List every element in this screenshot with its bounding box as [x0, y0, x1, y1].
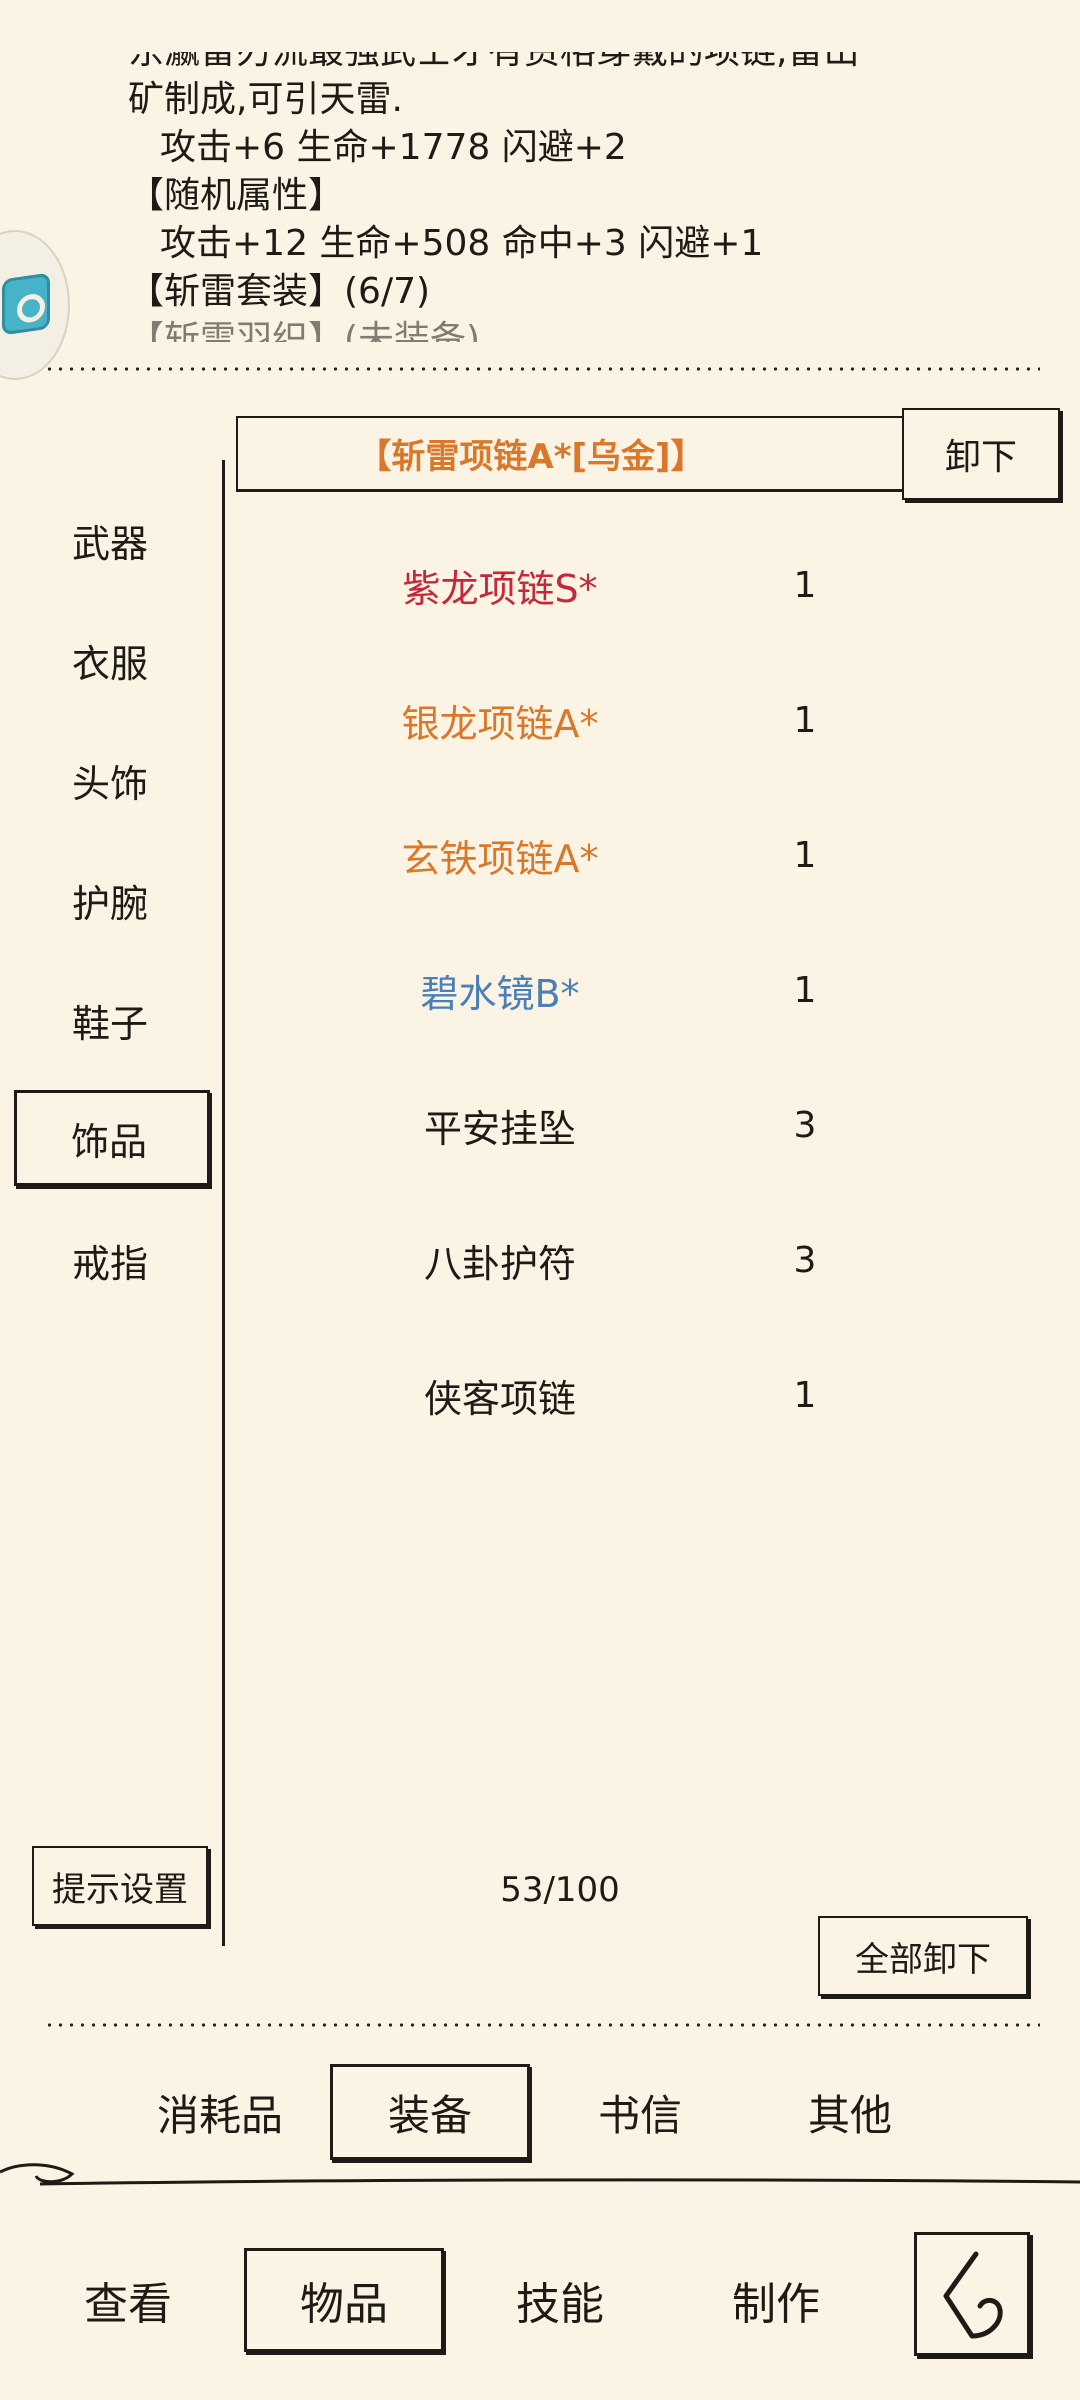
subtab-letters[interactable]: 书信 [540, 2064, 740, 2160]
item-count: 1 [793, 969, 817, 1011]
subtab-label: 其他 [807, 2090, 892, 2140]
category-label: 武器 [72, 521, 149, 566]
item-count: 1 [793, 699, 817, 741]
nav-label: 技能 [516, 2279, 604, 2330]
nav-label: 物品 [300, 2279, 388, 2330]
item-count: 1 [793, 834, 817, 876]
subtab-other[interactable]: 其他 [750, 2064, 950, 2160]
list-item[interactable]: 平安挂坠 3 [300, 1080, 1000, 1170]
unequip-all-button[interactable]: 全部卸下 [818, 1916, 1028, 1996]
subtab-label: 消耗品 [156, 2090, 283, 2140]
subtab-label: 装备 [387, 2090, 472, 2140]
back-arrow-icon [943, 2251, 1003, 2339]
list-item[interactable]: 碧水镜B* 1 [300, 945, 1000, 1035]
nav-skills[interactable]: 技能 [460, 2248, 660, 2352]
set-bonus-heading: 【斩雷套装】(6/7) [128, 271, 431, 312]
nav-crafting[interactable]: 制作 [676, 2248, 876, 2352]
nav-view[interactable]: 查看 [28, 2248, 228, 2352]
hint-settings-button[interactable]: 提示设置 [32, 1846, 208, 1926]
description-set-piece: 【斩雷羽织】(未装备) [128, 319, 481, 342]
item-name: 紫龙项链S* [402, 566, 598, 611]
floating-bubble[interactable] [0, 230, 70, 380]
item-name: 玄铁项链A* [401, 836, 599, 881]
equipped-item-slot[interactable]: 【斩雷项链A*[乌金]】 [236, 416, 906, 492]
description-line: 东瀛雷刃流最强武士才有资格穿戴的项链,雷山 [128, 52, 1068, 76]
list-item[interactable]: 银龙项链A* 1 [300, 675, 1000, 765]
app-bubble-icon [2, 272, 50, 336]
category-label: 饰品 [71, 1119, 148, 1164]
category-accessories[interactable]: 饰品 [14, 1090, 210, 1186]
back-button[interactable] [914, 2232, 1030, 2356]
item-name: 碧水镜B* [420, 971, 580, 1016]
subtab-equipment[interactable]: 装备 [330, 2064, 530, 2160]
item-name: 平安挂坠 [423, 1106, 576, 1151]
subtab-label: 书信 [597, 2090, 682, 2140]
nav-items[interactable]: 物品 [244, 2248, 444, 2352]
item-description: 东瀛雷刃流最强武士才有资格穿戴的项链,雷山 矿制成,可引天雷. 攻击+6 生命+… [128, 52, 1068, 342]
description-line: 矿制成,可引天雷. [128, 79, 403, 120]
list-item[interactable]: 侠客项链 1 [300, 1350, 1000, 1440]
category-label: 头饰 [72, 761, 149, 806]
category-rings[interactable]: 戒指 [16, 1212, 208, 1308]
category-bracers[interactable]: 护腕 [16, 852, 208, 948]
inventory-capacity: 53/100 [500, 1870, 620, 1910]
category-headwear[interactable]: 头饰 [16, 732, 208, 828]
list-item[interactable]: 玄铁项链A* 1 [300, 810, 1000, 900]
nav-label: 制作 [732, 2279, 820, 2330]
category-clothes[interactable]: 衣服 [16, 612, 208, 708]
unequip-button[interactable]: 卸下 [902, 408, 1060, 500]
item-count: 1 [793, 1374, 817, 1416]
category-divider [222, 460, 225, 1946]
unequip-button-label: 卸下 [944, 437, 1017, 478]
nav-label: 查看 [84, 2279, 172, 2330]
category-label: 鞋子 [72, 1001, 149, 1046]
item-name: 八卦护符 [423, 1241, 576, 1286]
hint-settings-label: 提示设置 [52, 1869, 188, 1910]
dotted-divider-bottom [44, 2022, 1040, 2028]
item-name: 侠客项链 [423, 1376, 576, 1421]
dotted-divider-top [44, 366, 1040, 372]
ink-divider [0, 2163, 1080, 2186]
category-label: 衣服 [72, 641, 149, 686]
item-count: 3 [793, 1104, 817, 1146]
unequip-all-label: 全部卸下 [855, 1939, 991, 1980]
item-count: 3 [793, 1239, 817, 1281]
list-item[interactable]: 紫龙项链S* 1 [300, 540, 1000, 630]
category-label: 戒指 [72, 1241, 149, 1286]
equipped-item-name: 【斩雷项链A*[乌金]】 [357, 437, 705, 477]
category-label: 护腕 [72, 881, 149, 926]
category-weapon[interactable]: 武器 [16, 492, 208, 588]
item-count: 1 [793, 564, 817, 606]
item-name: 银龙项链A* [401, 701, 599, 746]
category-shoes[interactable]: 鞋子 [16, 972, 208, 1068]
random-attributes-heading: 【随机属性】 [128, 175, 345, 216]
list-item[interactable]: 八卦护符 3 [300, 1215, 1000, 1305]
description-base-stats: 攻击+6 生命+1778 闪避+2 [160, 127, 627, 168]
description-random-stats: 攻击+12 生命+508 命中+3 闪避+1 [160, 223, 764, 264]
subtab-consumables[interactable]: 消耗品 [120, 2064, 320, 2160]
